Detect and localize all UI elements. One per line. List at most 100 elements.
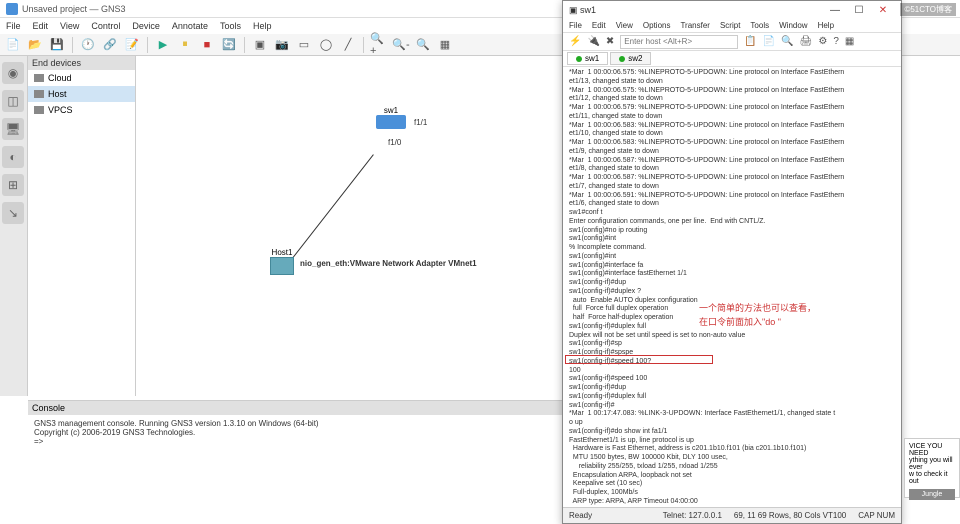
left-dock: ◉ ◫ 🖥 ◐ ⊞ ↘ xyxy=(0,56,28,396)
terminal-line: ARP type: ARPA, ARP Timeout 04:00:00 xyxy=(569,498,895,505)
terminal-line: et1/6, changed state to down xyxy=(569,200,895,209)
menu-help[interactable]: Help xyxy=(253,21,272,31)
paste-icon[interactable]: 📄 xyxy=(763,36,775,47)
term-menubar[interactable]: File Edit View Options Transfer Script T… xyxy=(563,19,901,33)
menu-edit[interactable]: Edit xyxy=(33,21,49,31)
terminal-line: et1/8, changed state to down xyxy=(569,165,895,174)
maximize-icon[interactable]: ☐ xyxy=(847,2,871,18)
device-host[interactable]: Host xyxy=(28,86,135,102)
terminal-line: Encapsulation ARPA, loopback not set xyxy=(569,472,895,481)
note-icon[interactable]: 📝 xyxy=(123,36,141,54)
menu-file[interactable]: File xyxy=(6,21,21,31)
terminal-line: *Mar 1 00:00:06.583: %LINEPROTO-5-UPDOWN… xyxy=(569,122,895,131)
reload-icon[interactable]: 🔄 xyxy=(220,36,238,54)
disconnect-icon[interactable]: ✖ xyxy=(606,36,614,47)
terminal-line: sw1(config-if)#sp xyxy=(569,340,895,349)
zoom-fit-icon[interactable]: 🔍 xyxy=(414,36,432,54)
line-icon[interactable]: ╱ xyxy=(339,36,357,54)
save-icon[interactable]: 💾 xyxy=(48,36,66,54)
terminal-line: *Mar 1 00:00:06.579: %LINEPROTO-5-UPDOWN… xyxy=(569,104,895,113)
stop-icon[interactable]: ■ xyxy=(198,36,216,54)
menu-device[interactable]: Device xyxy=(132,21,160,31)
terminal-line: sw1(config-if)# xyxy=(569,402,895,411)
reconnect-icon[interactable]: 🔌 xyxy=(587,36,599,47)
settings-icon[interactable]: ⚙ xyxy=(818,36,827,47)
host-input[interactable] xyxy=(620,35,738,49)
menu-annotate[interactable]: Annotate xyxy=(172,21,208,31)
link-icon[interactable]: 🔗 xyxy=(101,36,119,54)
tab-sw1[interactable]: sw1 xyxy=(567,52,608,65)
terminal-line: Enter configuration commands, one per li… xyxy=(569,218,895,227)
clock-icon[interactable]: 🕐 xyxy=(79,36,97,54)
console-icon[interactable]: ▣ xyxy=(251,36,269,54)
capture-icon[interactable]: 📷 xyxy=(273,36,291,54)
menu-control[interactable]: Control xyxy=(91,21,120,31)
term-menu-transfer[interactable]: Transfer xyxy=(680,21,710,30)
term-tabs: sw1 sw2 xyxy=(563,51,901,67)
rect-icon[interactable]: ▭ xyxy=(295,36,313,54)
menu-view[interactable]: View xyxy=(60,21,79,31)
device-vpcs[interactable]: VPCS xyxy=(28,102,135,118)
terminal-line: reliability 255/255, txload 1/255, rxloa… xyxy=(569,463,895,472)
print-icon[interactable]: 🖨 xyxy=(800,36,813,47)
link-tool-icon[interactable]: ↘ xyxy=(2,202,24,224)
ad-button[interactable]: Jungle xyxy=(909,489,955,500)
terminal-line: *Mar 1 00:00:06.591: %LINEPROTO-5-UPDOWN… xyxy=(569,192,895,201)
pause-icon[interactable]: ⏸ xyxy=(176,36,194,54)
screenshot-icon[interactable]: ▦ xyxy=(436,36,454,54)
switch-label: sw1 xyxy=(376,106,406,115)
tab-sw2[interactable]: sw2 xyxy=(610,52,651,65)
term-menu-options[interactable]: Options xyxy=(643,21,671,30)
computer-category-icon[interactable]: 🖥 xyxy=(2,118,24,140)
term-menu-help[interactable]: Help xyxy=(818,21,834,30)
console-line: Copyright (c) 2006-2019 GNS3 Technologie… xyxy=(34,428,556,437)
terminal-line: sw1(config-if)#do show int fa1/1 xyxy=(569,428,895,437)
terminal-line: *Mar 1 00:00:06.575: %LINEPROTO-5-UPDOWN… xyxy=(569,69,895,78)
terminal-line: et1/7, changed state to down xyxy=(569,183,895,192)
new-icon[interactable]: 📄 xyxy=(4,36,22,54)
term-titlebar[interactable]: ▣ sw1 — ☐ ✕ xyxy=(563,1,901,19)
term-statusbar: Ready Telnet: 127.0.0.1 69, 11 69 Rows, … xyxy=(563,507,901,523)
term-toolbar: ⚡ 🔌 ✖ 📋 📄 🔍 🖨 ⚙ ? ▦ xyxy=(563,33,901,51)
host-label: Host1 xyxy=(270,248,294,257)
minimize-icon[interactable]: — xyxy=(823,2,847,18)
terminal-line: sw1(config)#int xyxy=(569,235,895,244)
term-menu-window[interactable]: Window xyxy=(779,21,807,30)
play-icon[interactable]: ▶ xyxy=(154,36,172,54)
zoom-out-icon[interactable]: 🔍- xyxy=(392,36,410,54)
switch-node[interactable]: sw1 xyxy=(376,106,406,129)
switch-category-icon[interactable]: ◫ xyxy=(2,90,24,112)
connect-icon[interactable]: ⚡ xyxy=(569,36,581,47)
security-category-icon[interactable]: ◐ xyxy=(2,146,24,168)
help-icon[interactable]: ? xyxy=(833,36,839,47)
find-icon[interactable]: 🔍 xyxy=(781,36,793,47)
router-category-icon[interactable]: ◉ xyxy=(2,62,24,84)
menu-tools[interactable]: Tools xyxy=(220,21,241,31)
ad-line: VICE YOU NEED xyxy=(909,443,955,457)
term-menu-view[interactable]: View xyxy=(616,21,633,30)
host-node[interactable]: Host1 xyxy=(270,248,294,275)
term-menu-file[interactable]: File xyxy=(569,21,582,30)
console-body[interactable]: GNS3 management console. Running GNS3 ve… xyxy=(28,415,562,450)
terminal-line: *Mar 1 00:00:06.575: %LINEPROTO-5-UPDOWN… xyxy=(569,87,895,96)
all-category-icon[interactable]: ⊞ xyxy=(2,174,24,196)
layout-icon[interactable]: ▦ xyxy=(845,36,854,47)
close-icon[interactable]: ✕ xyxy=(871,2,895,18)
terminal-line: et1/13, changed state to down xyxy=(569,78,895,87)
toolbar-sep xyxy=(363,37,364,53)
gns3-app-icon xyxy=(6,3,18,15)
term-menu-edit[interactable]: Edit xyxy=(592,21,606,30)
term-menu-script[interactable]: Script xyxy=(720,21,740,30)
ellipse-icon[interactable]: ◯ xyxy=(317,36,335,54)
terminal-line: sw1(config-if)#dup xyxy=(569,279,895,288)
open-icon[interactable]: 📂 xyxy=(26,36,44,54)
zoom-in-icon[interactable]: 🔍+ xyxy=(370,36,388,54)
copy-icon[interactable]: 📋 xyxy=(744,36,756,47)
terminal-line: FastEthernet1/1 is up, line protocol is … xyxy=(569,437,895,446)
terminal-line: sw1(config-if)#duplex full xyxy=(569,393,895,402)
terminal-content[interactable]: *Mar 1 00:00:06.575: %LINEPROTO-5-UPDOWN… xyxy=(563,67,901,505)
console-header: Console xyxy=(28,401,562,415)
status-telnet: Telnet: 127.0.0.1 xyxy=(663,511,722,520)
term-menu-tools[interactable]: Tools xyxy=(750,21,769,30)
device-cloud[interactable]: Cloud xyxy=(28,70,135,86)
